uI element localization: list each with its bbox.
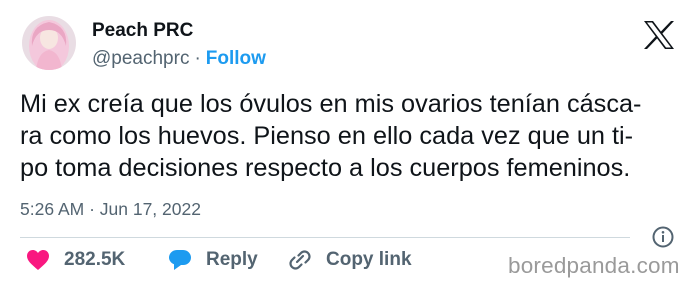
tweet-line: ra como los huevos. Pienso en ello cada … [20,122,634,150]
link-icon [289,250,311,270]
avatar[interactable] [22,16,76,70]
author-display-name[interactable]: Peach PRC [92,20,193,42]
copy-link-label: Copy link [326,249,412,270]
tweet-line: Mi ex creía que los óvulos en mis ovario… [20,90,642,118]
like-button[interactable]: 282.5K [26,246,125,274]
watermark: boredpanda.com [508,253,680,278]
tweet-line: po toma decisiones respecto a los cuerpo… [20,154,631,182]
heart-icon [27,250,49,270]
reply-label: Reply [206,249,258,270]
x-logo-icon[interactable] [643,20,675,50]
like-count: 282.5K [64,249,126,270]
separator-dot: · [194,48,201,69]
reply-bubble-icon [169,250,191,270]
copy-link-button[interactable]: Copy link [288,246,412,274]
tweet-text: Mi ex creía que los óvulos en mis ovario… [20,88,692,184]
author-handle[interactable]: @peachprc [92,48,189,69]
follow-button[interactable]: Follow [206,48,266,69]
handle-row: @peachprc · Follow [92,48,266,70]
divider [20,237,630,238]
info-icon[interactable] [652,226,674,248]
tweet-timestamp[interactable]: 5:26 AM · Jun 17, 2022 [20,199,201,220]
reply-button[interactable]: Reply [168,246,258,274]
